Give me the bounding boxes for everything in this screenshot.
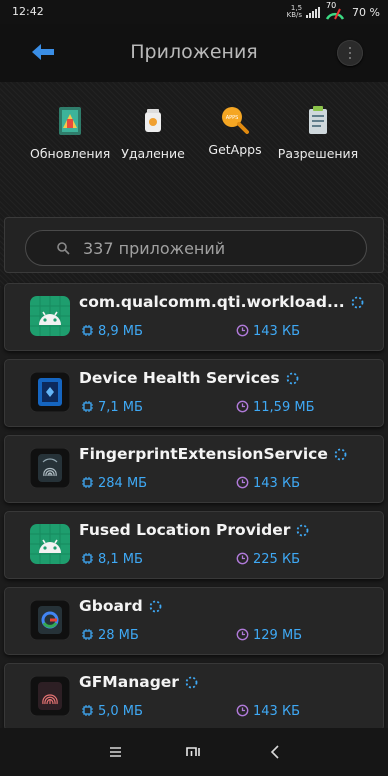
app-size: 284 МБ (81, 476, 147, 491)
app-name: com.qualcomm.qti.workload... (79, 293, 364, 311)
chip-icon (82, 629, 93, 640)
loading-spinner-icon (334, 448, 347, 461)
app-cache: 143 КБ (236, 324, 300, 339)
chip-icon (82, 553, 93, 564)
loading-spinner-icon (296, 524, 309, 537)
app-size: 28 МБ (81, 628, 139, 643)
action-getapps[interactable]: APPS GetApps (202, 104, 268, 157)
system-nav-bar (0, 728, 388, 776)
android-icon (30, 296, 70, 336)
app-list-item[interactable]: FingerprintExtensionService 284 МБ 143 К… (4, 435, 384, 503)
app-list-item[interactable]: Device Health Services 7,1 МБ 11,59 МБ (4, 359, 384, 427)
fingerprint-icon (29, 447, 71, 489)
action-label: GetApps (208, 142, 262, 157)
status-indicators: 1,5 KB/s 70 70 % (286, 1, 380, 21)
svg-text:APPS: APPS (226, 115, 239, 121)
clock-icon (236, 704, 249, 717)
clock-icon (236, 552, 249, 565)
updates-icon (53, 104, 87, 138)
network-speed: 1,5 KB/s (286, 4, 303, 19)
loading-spinner-icon (286, 372, 299, 385)
app-bar: Приложения (0, 24, 388, 82)
app-cache: 11,59 МБ (236, 400, 314, 415)
more-vertical-icon[interactable] (337, 40, 363, 66)
app-list-item[interactable]: Fused Location Provider 8,1 МБ 225 КБ (4, 511, 384, 579)
recents-icon[interactable] (105, 742, 127, 762)
loading-spinner-icon (185, 676, 198, 689)
clock-icon (236, 476, 249, 489)
app-size: 8,9 МБ (81, 324, 143, 339)
action-label: Обновления (30, 146, 111, 161)
app-list-item[interactable]: Gboard 28 МБ 129 МБ (4, 587, 384, 655)
gf-fingerprint-icon (29, 675, 71, 717)
clock-icon (236, 400, 249, 413)
loading-spinner-icon (149, 600, 162, 613)
chip-icon (82, 325, 93, 336)
status-time: 12:42 (12, 5, 44, 18)
android-icon (30, 524, 70, 564)
app-size: 5,0 МБ (81, 704, 143, 719)
gauge-value: 70 (326, 1, 337, 10)
clock-icon (236, 324, 249, 337)
app-list-item[interactable]: com.qualcomm.qti.workload... 8,9 МБ 143 … (4, 283, 384, 351)
action-updates[interactable]: Обновления (30, 104, 110, 161)
app-cache: 129 МБ (236, 628, 302, 643)
action-uninstall[interactable]: Удаление (118, 104, 188, 161)
loading-spinner-icon (351, 296, 364, 309)
app-size: 8,1 МБ (81, 552, 143, 567)
app-list-item[interactable]: GFManager 5,0 МБ 143 КБ (4, 663, 384, 731)
app-name: Gboard (79, 597, 162, 615)
chip-icon (82, 705, 93, 716)
search-input[interactable]: 337 приложений (25, 230, 367, 266)
app-name: FingerprintExtensionService (79, 445, 347, 463)
search-placeholder: 337 приложений (83, 239, 226, 258)
getapps-search-icon: APPS (218, 104, 252, 138)
app-cache: 143 КБ (236, 704, 300, 719)
app-cache: 225 КБ (236, 552, 300, 567)
search-container: 337 приложений (4, 217, 384, 273)
chip-icon (82, 477, 93, 488)
app-name: GFManager (79, 673, 198, 691)
battery-gauge-icon: 70 (324, 1, 346, 21)
action-permissions[interactable]: Разрешения (276, 104, 360, 161)
app-name: Device Health Services (79, 369, 299, 387)
battery-percent: 70 % (352, 5, 380, 19)
permissions-clipboard-icon (301, 104, 335, 138)
page-title: Приложения (130, 41, 258, 63)
signal-icon (306, 6, 321, 18)
uninstall-trash-icon (136, 104, 170, 138)
chip-icon (82, 401, 93, 412)
clock-icon (236, 628, 249, 641)
device-health-icon (29, 371, 71, 413)
gboard-icon (29, 599, 71, 641)
app-cache: 143 КБ (236, 476, 300, 491)
app-size: 7,1 МБ (81, 400, 143, 415)
mi-home-icon[interactable] (183, 742, 205, 762)
nav-back-icon[interactable] (265, 742, 287, 762)
status-bar: 12:42 1,5 KB/s 70 70 % (0, 0, 388, 24)
action-label: Разрешения (277, 146, 359, 161)
app-name: Fused Location Provider (79, 521, 309, 539)
action-label: Удаление (121, 146, 185, 161)
search-icon (57, 242, 70, 255)
